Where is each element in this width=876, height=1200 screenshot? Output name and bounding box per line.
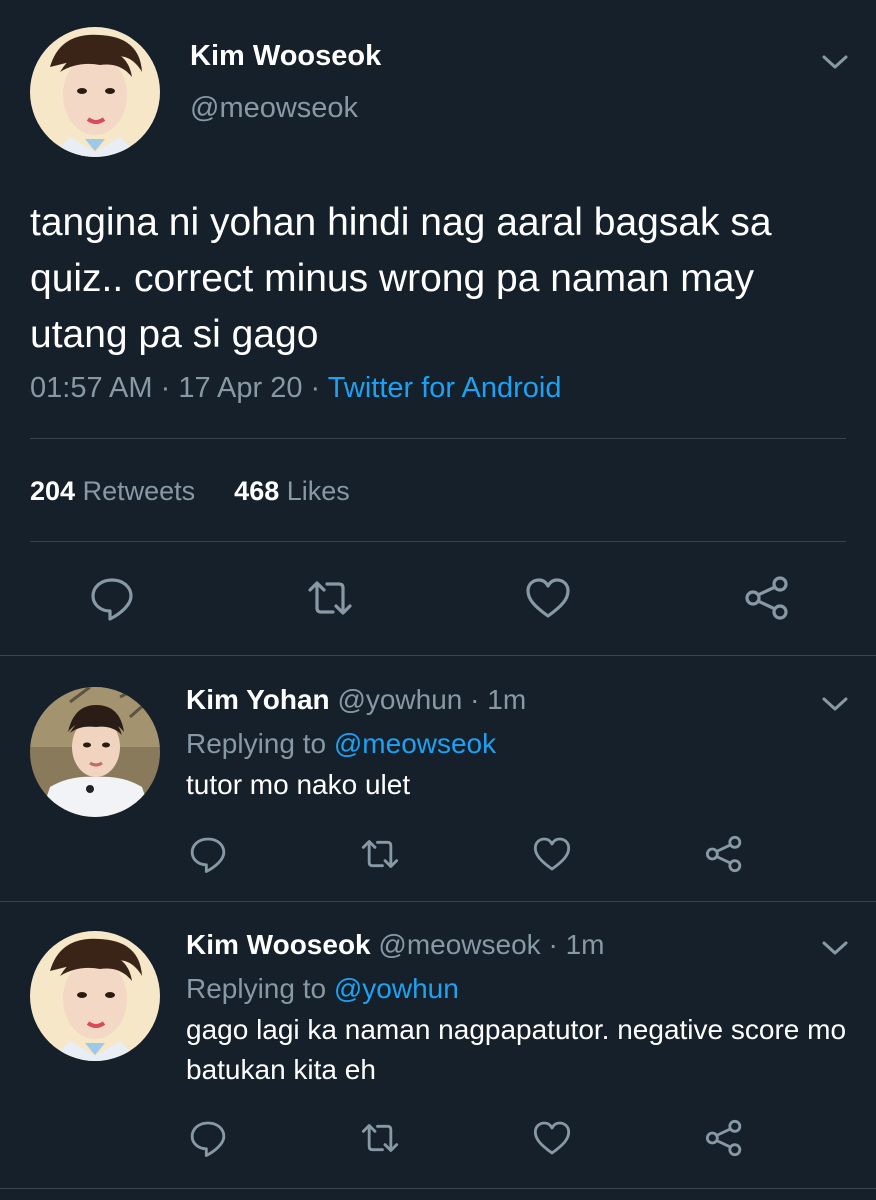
divider (0, 1188, 876, 1189)
avatar-image (30, 687, 160, 817)
tweet-time[interactable]: 01:57 AM (30, 372, 153, 404)
heart-icon[interactable] (532, 834, 572, 874)
reply-icon[interactable] (88, 574, 136, 622)
author-name[interactable]: Kim Wooseok (190, 40, 381, 73)
heart-icon[interactable] (532, 1118, 572, 1158)
share-icon[interactable] (704, 1118, 744, 1158)
tweet-age[interactable]: 1m (487, 684, 526, 715)
divider (0, 901, 876, 902)
tweet-age[interactable]: 1m (566, 929, 605, 960)
heart-icon[interactable] (524, 574, 572, 622)
tweet-text: tangina ni yohan hindi nag aaral bagsak … (30, 201, 772, 356)
reply-icon[interactable] (188, 834, 228, 874)
avatar-image (30, 931, 160, 1061)
meta-separator: · (548, 929, 558, 960)
retweets-stat[interactable]: 204 Retweets (30, 476, 195, 506)
replying-to: Replying to @meowseok (186, 728, 496, 760)
tweet-text: tutor mo nako ulet (186, 769, 411, 800)
reply-header: Kim Yohan @yowhun · 1m (186, 684, 526, 716)
reply-icon[interactable] (188, 1118, 228, 1158)
tweet-date[interactable]: 17 Apr 20 (178, 372, 302, 404)
retweet-icon[interactable] (306, 574, 354, 622)
meta-separator: · (310, 372, 321, 404)
replying-to-handle[interactable]: @meowseok (334, 728, 496, 759)
reply-header: Kim Wooseok @meowseok · 1m (186, 929, 604, 961)
avatar[interactable] (30, 931, 160, 1061)
retweets-count: 204 (30, 476, 76, 506)
author-handle[interactable]: @meowseok (190, 92, 358, 125)
divider (0, 655, 876, 656)
chevron-down-icon[interactable] (820, 52, 850, 72)
chevron-down-icon[interactable] (820, 694, 850, 714)
avatar-image (30, 27, 160, 157)
retweet-icon[interactable] (360, 834, 400, 874)
avatar[interactable] (30, 27, 160, 157)
author-handle[interactable]: @yowhun (337, 684, 462, 715)
avatar[interactable] (30, 687, 160, 817)
likes-stat[interactable]: 468 Likes (234, 476, 350, 506)
author-handle[interactable]: @meowseok (378, 929, 540, 960)
meta-separator: · (470, 684, 480, 715)
replying-to: Replying to @yowhun (186, 973, 459, 1005)
author-name[interactable]: Kim Wooseok (186, 929, 371, 960)
divider (30, 541, 846, 542)
tweet-stats: 204 Retweets 468 Likes (30, 476, 350, 507)
replying-to-handle[interactable]: @yowhun (334, 973, 459, 1004)
tweet-text: gago lagi ka naman nagpapatutor. negativ… (186, 1014, 847, 1085)
replying-label: Replying to (186, 728, 327, 759)
retweets-label: Retweets (82, 476, 196, 506)
tweet-source[interactable]: Twitter for Android (328, 372, 562, 404)
share-icon[interactable] (704, 834, 744, 874)
tweet-meta: 01:57 AM · 17 Apr 20 · Twitter for Andro… (30, 372, 561, 405)
share-icon[interactable] (743, 574, 791, 622)
likes-count: 468 (234, 476, 280, 506)
replying-label: Replying to (186, 973, 327, 1004)
likes-label: Likes (286, 476, 350, 506)
chevron-down-icon[interactable] (820, 938, 850, 958)
retweet-icon[interactable] (360, 1118, 400, 1158)
author-name[interactable]: Kim Yohan (186, 684, 330, 715)
meta-separator: · (160, 372, 171, 404)
divider (30, 438, 846, 439)
